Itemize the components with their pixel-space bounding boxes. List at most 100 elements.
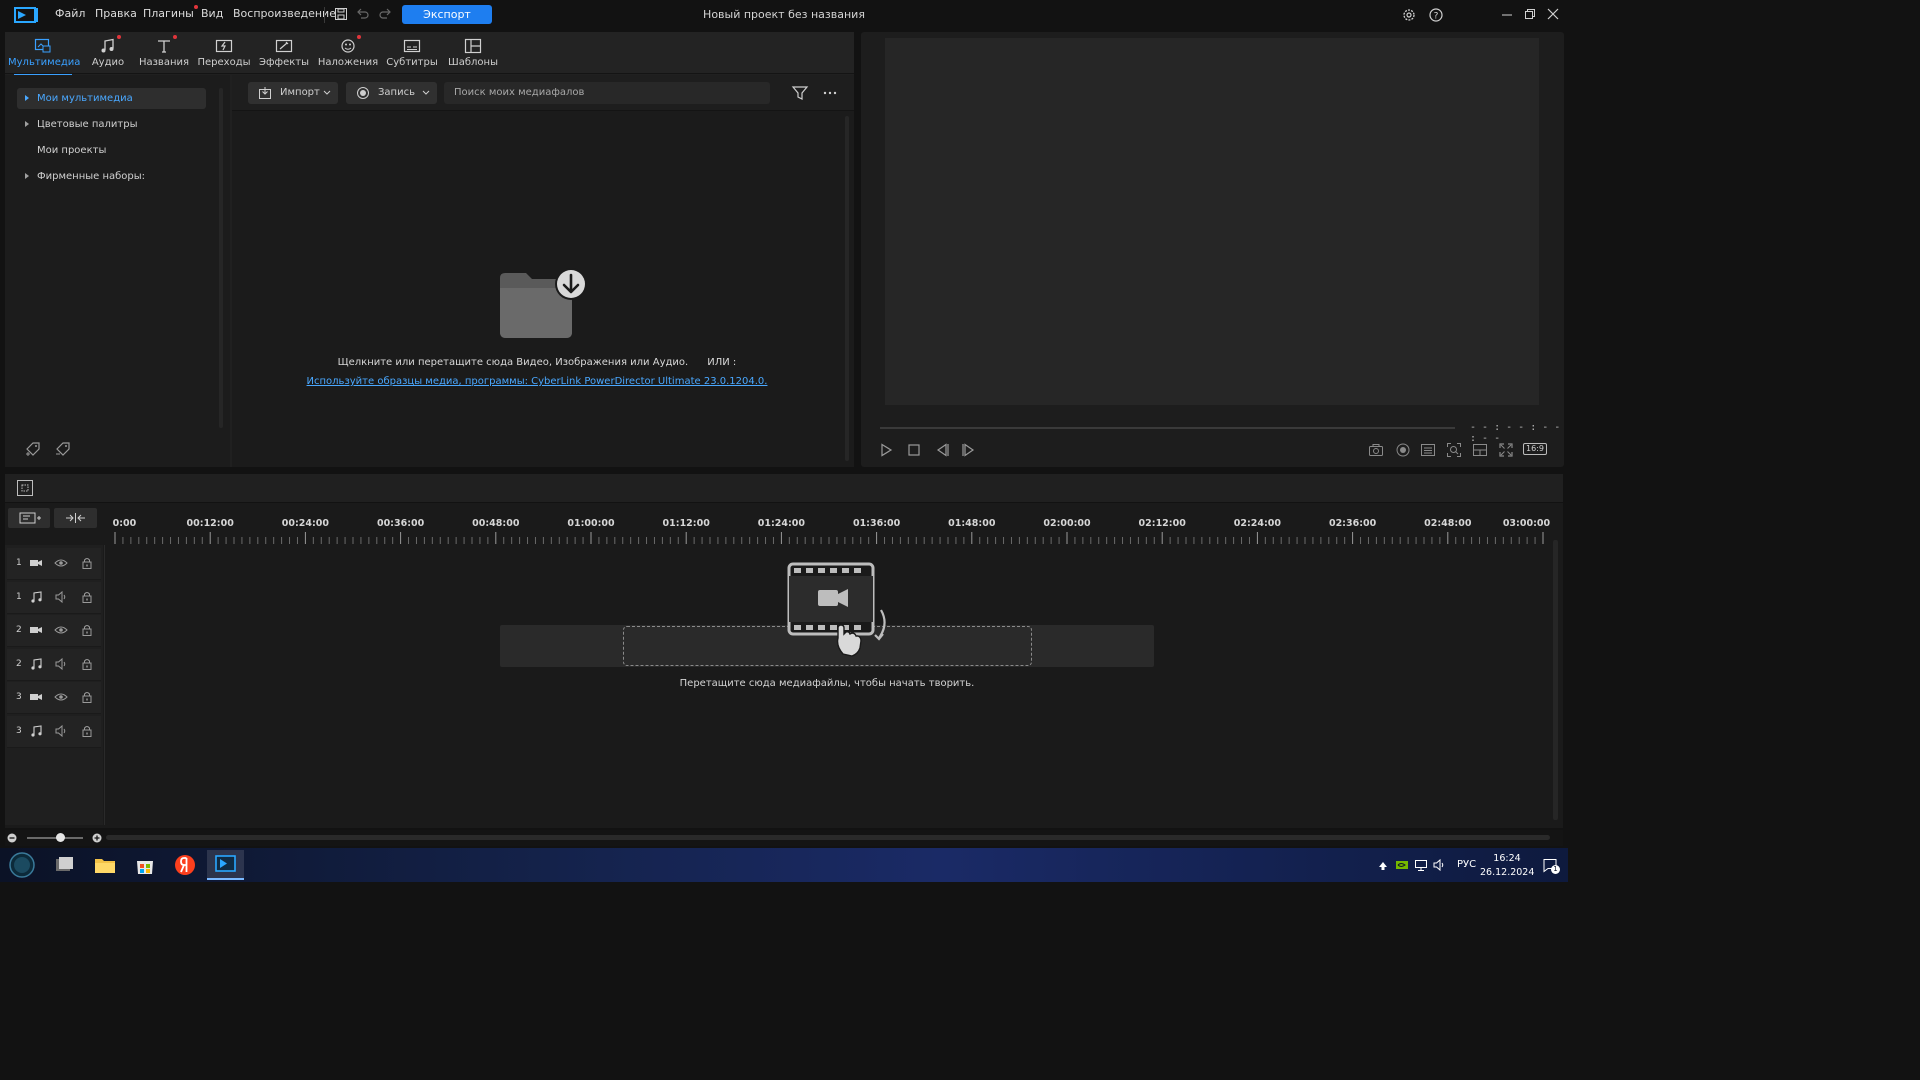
remove-tag-icon[interactable] — [54, 441, 72, 457]
nvidia-icon[interactable] — [1395, 858, 1409, 872]
input-language-indicator[interactable]: РУС — [1457, 859, 1476, 870]
ruler-time-label: 01:00:00 — [567, 518, 615, 529]
record-voice-icon[interactable] — [1395, 442, 1411, 458]
timeline-vertical-scrollbar[interactable] — [1553, 540, 1558, 820]
menu-view[interactable]: Вид — [201, 7, 223, 20]
eye-icon[interactable] — [54, 623, 68, 637]
eye-icon[interactable] — [54, 690, 68, 704]
snapshot-camera-icon[interactable] — [1368, 442, 1384, 458]
video-camera-icon — [29, 623, 43, 637]
track-header-video[interactable]: 1 — [7, 548, 101, 580]
notifications-icon[interactable]: 1 — [1542, 857, 1560, 875]
tab-subtitles[interactable]: Субтитры — [377, 36, 447, 72]
fit-timeline-button[interactable] — [54, 508, 97, 528]
drag-video-to-timeline-icon — [786, 562, 896, 658]
subtitle-settings-icon[interactable] — [1420, 442, 1436, 458]
minimize-icon[interactable] — [1500, 7, 1516, 23]
stop-icon[interactable] — [906, 442, 922, 458]
tree-item-brand-kits[interactable]: Фирменные наборы: — [17, 166, 206, 187]
track-number: 3 — [16, 692, 22, 702]
menu-edit[interactable]: Правка — [95, 7, 137, 20]
aspect-ratio-button[interactable]: 16:9 — [1523, 443, 1547, 455]
expand-arrow-icon[interactable] — [25, 95, 29, 101]
lock-icon[interactable] — [80, 556, 94, 570]
export-button[interactable]: Экспорт — [402, 5, 492, 24]
taskbar-clock[interactable]: 16:24 26.12.2024 — [1480, 852, 1534, 880]
track-header-audio[interactable]: 3 — [7, 715, 101, 748]
tree-item-my-projects[interactable]: Мои проекты — [17, 140, 206, 161]
restore-icon[interactable] — [1523, 7, 1539, 23]
help-icon[interactable]: ? — [1428, 7, 1444, 23]
zoom-out-icon[interactable] — [7, 833, 17, 843]
add-tag-icon[interactable] — [24, 441, 42, 457]
zoom-preview-icon[interactable] — [1446, 442, 1462, 458]
microsoft-store-icon[interactable] — [129, 851, 161, 879]
menu-playback[interactable]: Воспроизведение — [233, 7, 336, 20]
tree-scrollbar[interactable] — [219, 88, 223, 428]
speaker-icon[interactable] — [54, 657, 68, 671]
notification-dot — [357, 35, 361, 39]
sample-media-link-text[interactable]: Используйте образцы медиа, программы: Cy… — [307, 376, 768, 387]
tab-overlays[interactable]: Наложения — [313, 35, 383, 72]
import-dropdown-button[interactable]: Импорт — [248, 82, 338, 104]
track-manager-button[interactable] — [8, 508, 50, 528]
svg-text:?: ? — [1434, 12, 1439, 22]
preview-seek-bar[interactable] — [880, 427, 1455, 429]
media-search-input[interactable]: Поиск моих медиафалов — [444, 82, 770, 104]
volume-icon[interactable] — [1432, 858, 1446, 872]
lock-icon[interactable] — [80, 623, 94, 637]
speaker-icon[interactable] — [54, 590, 68, 604]
previous-frame-icon[interactable] — [934, 442, 950, 458]
filter-icon[interactable] — [791, 84, 809, 102]
tree-item-color-palettes[interactable]: Цветовые палитры — [17, 114, 206, 135]
preview-layout-icon[interactable] — [1472, 442, 1488, 458]
expand-arrow-icon[interactable] — [25, 173, 29, 179]
track-header-video[interactable]: 3 — [7, 682, 101, 714]
search-placeholder: Поиск моих медиафалов — [454, 87, 585, 98]
network-icon[interactable] — [1414, 858, 1428, 872]
task-view-icon[interactable] — [48, 851, 80, 879]
track-header-video[interactable]: 2 — [7, 615, 101, 647]
lock-icon[interactable] — [80, 724, 94, 738]
file-explorer-icon[interactable] — [89, 851, 121, 879]
zoom-in-icon[interactable] — [92, 833, 102, 843]
show-hidden-icons-icon[interactable] — [1376, 858, 1390, 872]
record-dropdown-button[interactable]: Запись — [346, 82, 437, 104]
track-header-audio[interactable]: 1 — [7, 581, 101, 614]
save-icon[interactable] — [333, 6, 349, 22]
play-icon[interactable] — [878, 442, 894, 458]
timeline-horizontal-scrollbar[interactable] — [106, 835, 1550, 840]
speaker-icon[interactable] — [54, 724, 68, 738]
zoom-slider-handle[interactable] — [56, 833, 65, 842]
tab-templates[interactable]: Шаблоны — [438, 36, 508, 72]
settings-gear-icon[interactable] — [1401, 7, 1417, 23]
close-icon[interactable] — [1546, 7, 1562, 23]
menu-file[interactable]: Файл — [55, 7, 85, 20]
ruler-time-label: 01:12:00 — [662, 518, 710, 529]
expand-arrow-icon[interactable] — [25, 121, 29, 127]
yandex-browser-icon[interactable] — [169, 851, 201, 879]
menu-plugins[interactable]: Плагины — [143, 5, 198, 20]
timeline-view-icon[interactable] — [16, 479, 34, 497]
next-frame-icon[interactable] — [961, 442, 977, 458]
fullscreen-icon[interactable] — [1498, 442, 1514, 458]
more-options-icon[interactable] — [821, 84, 839, 102]
lock-icon[interactable] — [80, 590, 94, 604]
tab-media[interactable]: Мультимедиа — [8, 36, 80, 76]
tab-effects[interactable]: Эффекты — [249, 36, 319, 72]
redo-icon[interactable] — [377, 6, 393, 22]
powerdirector-taskbar-icon[interactable] — [207, 850, 244, 880]
track-number: 1 — [16, 558, 22, 568]
tree-item-my-media[interactable]: Мои мультимедиа — [17, 88, 206, 109]
start-orb-icon[interactable] — [6, 851, 38, 879]
eye-icon[interactable] — [54, 556, 68, 570]
zoom-slider-track[interactable] — [27, 837, 83, 839]
track-header-audio[interactable]: 2 — [7, 648, 101, 681]
sample-media-link[interactable]: Используйте образцы медиа, программы: Cy… — [232, 376, 842, 387]
undo-icon[interactable] — [355, 6, 371, 22]
media-scrollbar[interactable] — [845, 116, 849, 461]
folder-import-icon[interactable] — [498, 266, 590, 340]
lock-icon[interactable] — [80, 657, 94, 671]
tree-item-label: Фирменные наборы: — [37, 171, 146, 182]
lock-icon[interactable] — [80, 690, 94, 704]
